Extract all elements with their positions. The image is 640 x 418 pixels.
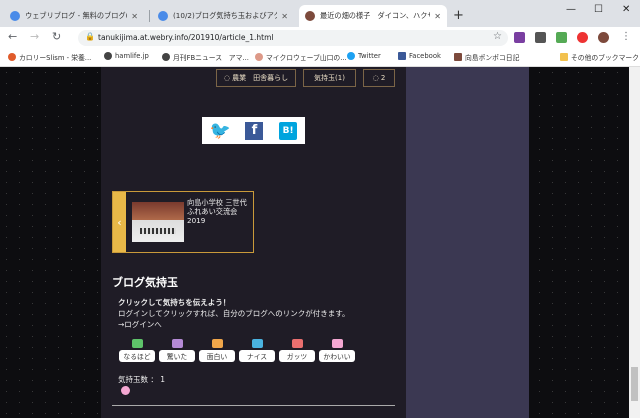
kawaii-icon [331, 339, 343, 348]
bookmark-pomponko[interactable]: 向島ポンポコ日記 [454, 52, 519, 62]
webry-favicon-icon [10, 11, 20, 21]
profile-avatar-icon[interactable] [598, 32, 609, 43]
bookmark-microwave[interactable]: マイクロウェーブ山口の... [255, 52, 347, 62]
tab-strip: ウェブリブログ - 無料のブログ(blog)サ ✕ (10/2)ブログ気持ち玉お… [0, 0, 640, 27]
naruhodo-icon [131, 339, 143, 348]
scrollbar-thumb[interactable] [631, 367, 638, 401]
new-tab-button[interactable]: + [453, 8, 464, 23]
reload-icon[interactable]: ↻ [52, 30, 61, 43]
twitter-icon [347, 52, 355, 60]
back-arrow-icon[interactable]: ← [8, 30, 17, 43]
bookmark-facebook[interactable]: Facebook [398, 52, 441, 60]
share-buttons: 🐦 f B! [202, 117, 305, 144]
tab-hatake-active[interactable]: 最近の畑の様子 ダイコン、ハクサイ ✕ [299, 5, 447, 27]
lock-icon: 🔒 [85, 32, 95, 41]
kimochidama-count: 気持玉数 ： 1 [118, 375, 166, 384]
kimochidama-count-link[interactable]: 気持玉(1) [303, 69, 356, 87]
bookmark-star-icon[interactable]: ☆ [493, 31, 502, 42]
kimochidama-guts-button[interactable]: ガッツ [279, 339, 315, 362]
twitter-icon[interactable]: 🐦 [210, 122, 231, 139]
login-explanation: ログインしてクリックすれば、自分のブログへのリンクが付きます。 [118, 309, 350, 318]
nice-icon [251, 339, 263, 348]
url-text[interactable]: tanukijima.at.webry.info/201910/article_… [98, 33, 273, 42]
folder-icon [560, 53, 568, 61]
close-tab-icon[interactable]: ✕ [434, 12, 441, 21]
divider [112, 405, 395, 406]
bookmark-favicon-icon [8, 53, 16, 61]
webry-favicon-icon [158, 11, 168, 21]
bookmarks-bar: カロリーSlism - 栄養... hamlife.jp 月刊FBニュース アマ… [0, 49, 640, 67]
related-article-title[interactable]: 向島小学校 三世代ふれあい交流会 2019 [187, 198, 251, 225]
address-bar[interactable]: 🔒 tanukijima.at.webry.info/201910/articl… [78, 30, 508, 46]
extension-onenote-icon[interactable] [514, 32, 525, 43]
extension-shield-icon[interactable] [535, 32, 546, 43]
profile-favicon-icon [305, 11, 315, 21]
close-tab-icon[interactable]: ✕ [131, 12, 138, 21]
facebook-icon [398, 52, 406, 60]
browser-toolbar: ← → ↻ 🔒 tanukijima.at.webry.info/201910/… [0, 27, 640, 49]
close-tab-icon[interactable]: ✕ [281, 12, 288, 21]
bookmark-favicon-icon [454, 53, 462, 61]
kawaii-kimochidama-icon [121, 386, 130, 395]
chevron-left-icon[interactable]: ‹ [113, 192, 126, 252]
minimize-button[interactable]: — [566, 4, 576, 15]
kimochidama-odoroita-button[interactable]: 驚いた [159, 339, 195, 362]
hatena-bookmark-icon[interactable]: B! [279, 121, 298, 140]
related-article-thumbnail[interactable] [132, 202, 184, 242]
comment-count-link[interactable]: ◌ 2 [363, 69, 395, 87]
kimochidama-kawaii-button[interactable]: かわいい [319, 339, 355, 362]
kimochidama-omoshiroi-button[interactable]: 面白い [199, 339, 235, 362]
page-viewport: ◌ 農業 田舎暮らし 気持玉(1) ◌ 2 🐦 f B! ‹ 向島小学校 三世代… [0, 67, 640, 418]
bookmark-fbnews[interactable]: 月刊FBニュース アマ... [162, 52, 249, 62]
forward-arrow-icon[interactable]: → [30, 30, 39, 43]
maximize-button[interactable]: ☐ [594, 4, 603, 15]
extension-green-icon[interactable] [556, 32, 567, 43]
kimochidama-prompt: クリックして気持ちを伝えよう！ [118, 298, 231, 307]
scrollbar[interactable] [629, 67, 640, 418]
kimochidama-heading: ブログ気持玉 [112, 276, 178, 289]
globe-icon [162, 53, 170, 61]
bookmark-favicon-icon [255, 53, 263, 61]
odoroita-icon [171, 339, 183, 348]
related-article-card[interactable]: ‹ 向島小学校 三世代ふれあい交流会 2019 [112, 191, 254, 253]
close-window-button[interactable]: ✕ [622, 4, 630, 15]
kimochidama-naruhodo-button[interactable]: なるほど [119, 339, 155, 362]
globe-icon [104, 52, 112, 60]
category-link[interactable]: ◌ 農業 田舎暮らし [216, 69, 296, 87]
side-column [406, 67, 529, 418]
omoshiroi-icon [211, 339, 223, 348]
menu-dots-icon[interactable]: ⋮ [621, 31, 631, 42]
bookmark-hamlife[interactable]: hamlife.jp [104, 52, 149, 60]
tab-webry[interactable]: ウェブリブログ - 無料のブログ(blog)サ ✕ [4, 5, 144, 27]
login-link[interactable]: →ログインへ [118, 319, 162, 330]
bookmark-other[interactable]: その他のブックマーク [560, 52, 639, 62]
kimochidama-nice-button[interactable]: ナイス [239, 339, 275, 362]
guts-icon [291, 339, 303, 348]
tab-kimochi-article[interactable]: (10/2)ブログ気持ち玉およびアクセス ✕ [152, 5, 294, 27]
facebook-icon[interactable]: f [245, 121, 264, 140]
bookmark-twitter[interactable]: Twitter [347, 52, 381, 60]
bookmark-calorie[interactable]: カロリーSlism - 栄養... [8, 52, 91, 62]
extension-red-icon[interactable] [577, 32, 588, 43]
